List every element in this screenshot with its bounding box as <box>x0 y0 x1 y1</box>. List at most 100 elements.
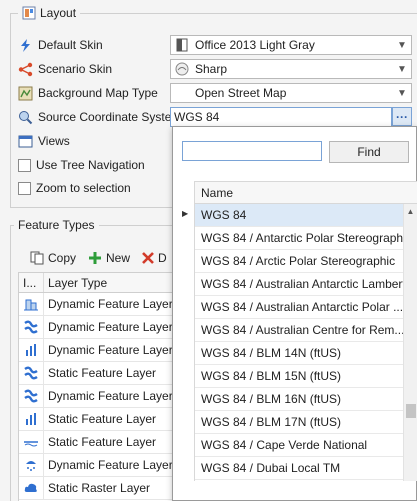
source-crs-value: WGS 84 <box>174 110 220 124</box>
map-icon <box>18 86 33 100</box>
wave-icon <box>24 366 38 380</box>
crs-list-item[interactable]: WGS 84 <box>195 204 417 227</box>
crs-popup: Find ▶ Name WGS 84 WGS 84 / Antarctic Pol… <box>172 126 417 501</box>
tree-nav-label: Use Tree Navigation <box>36 158 145 172</box>
background-map-select[interactable]: Open Street Map ▼ <box>170 83 412 103</box>
crs-list-item[interactable]: WGS 84 / Arctic Polar Stereographic <box>195 250 417 273</box>
browse-button[interactable]: ··· <box>392 107 412 126</box>
crs-list-item[interactable]: WGS 84 / IBCAO Polar Stereographic <box>195 480 417 481</box>
grid-row[interactable]: Dynamic Feature Layer <box>19 293 178 316</box>
crs-list: Name WGS 84 WGS 84 / Antarctic Polar Ster… <box>194 181 417 481</box>
layout-group-title: Layout <box>40 6 77 20</box>
grid-row[interactable]: Static Feature Layer <box>19 362 178 385</box>
grid-row-label: Static Feature Layer <box>48 366 157 380</box>
bars-icon <box>26 344 36 356</box>
chevron-down-icon[interactable]: ▼ <box>393 36 411 54</box>
grid-row-icon-cell <box>19 454 44 476</box>
share-icon <box>18 62 33 76</box>
zoom-sel-checkbox[interactable] <box>18 181 31 195</box>
grid-row-label: Static Raster Layer <box>48 481 151 495</box>
sharp-skin-icon <box>175 62 189 76</box>
crs-scrollbar[interactable]: ▲ <box>403 204 417 481</box>
cloud-icon <box>24 483 37 492</box>
new-label: New <box>106 251 131 265</box>
bars-icon <box>26 413 36 425</box>
scenario-skin-select[interactable]: Sharp ▼ <box>170 59 412 79</box>
crs-list-header[interactable]: Name <box>195 182 417 204</box>
grid-row[interactable]: Dynamic Feature Layer <box>19 316 178 339</box>
chevron-down-icon[interactable]: ▼ <box>393 84 411 102</box>
source-crs-label: Source Coordinate System <box>38 110 182 124</box>
background-map-label: Background Map Type <box>38 86 158 100</box>
office-icon <box>176 38 188 52</box>
zoom-sel-label: Zoom to selection <box>36 181 131 195</box>
crs-list-item[interactable]: WGS 84 / BLM 15N (ftUS) <box>195 365 417 388</box>
wave-icon <box>24 389 38 403</box>
crs-list-item[interactable]: WGS 84 / Australian Antarctic Lambert <box>195 273 417 296</box>
grid-row-label: Dynamic Feature Layer <box>48 320 173 334</box>
grid-row[interactable]: Dynamic Feature Layer <box>19 385 178 408</box>
views-label: Views <box>38 134 70 148</box>
find-label: Find <box>357 145 381 159</box>
lightning-icon <box>21 38 30 52</box>
delete-label: D <box>158 251 167 265</box>
crs-list-item[interactable]: WGS 84 / Cape Verde National <box>195 434 417 457</box>
default-skin-select[interactable]: Office 2013 Light Gray ▼ <box>170 35 412 55</box>
source-crs-row: Source Coordinate System <box>18 107 181 127</box>
plus-icon <box>89 252 102 264</box>
grid-row-icon-cell <box>19 316 44 338</box>
grid-row[interactable]: Dynamic Feature Layer <box>19 339 178 362</box>
grid-col-icon[interactable]: I... <box>19 273 44 292</box>
crs-list-item[interactable]: WGS 84 / BLM 14N (ftUS) <box>195 342 417 365</box>
crs-list-item[interactable]: WGS 84 / Australian Antarctic Polar ... <box>195 296 417 319</box>
background-map-row: Background Map Type <box>18 83 158 103</box>
crs-search-input[interactable] <box>182 141 322 161</box>
grid-header: I... Layer Type <box>19 273 178 293</box>
grid-row[interactable]: Dynamic Feature Layer <box>19 454 178 477</box>
grid-row[interactable]: Static Raster Layer <box>19 477 178 500</box>
background-map-value: Open Street Map <box>195 86 287 100</box>
scenario-skin-label: Scenario Skin <box>38 62 113 76</box>
delete-button[interactable]: D <box>138 248 171 268</box>
layout-group-header: Layout <box>18 6 81 20</box>
grid-row[interactable]: Static Feature Layer <box>19 408 178 431</box>
default-skin-value: Office 2013 Light Gray <box>195 38 315 52</box>
scenario-skin-value: Sharp <box>195 62 228 76</box>
find-button[interactable]: Find <box>329 141 409 163</box>
zoom-sel-row[interactable]: Zoom to selection <box>18 178 131 198</box>
grid-row-icon-cell <box>19 339 44 361</box>
grid-row-label: Dynamic Feature Layer <box>48 389 173 403</box>
crs-list-item[interactable]: WGS 84 / BLM 16N (ftUS) <box>195 388 417 411</box>
crs-list-item[interactable]: WGS 84 / Dubai Local TM <box>195 457 417 480</box>
grid-row-label: Dynamic Feature Layer <box>48 458 173 472</box>
tree-nav-row[interactable]: Use Tree Navigation <box>18 155 145 175</box>
copy-label: Copy <box>48 251 77 265</box>
scroll-up-icon[interactable]: ▲ <box>404 204 417 218</box>
crs-list-item[interactable]: WGS 84 / Antarctic Polar Stereographic <box>195 227 417 250</box>
grid-row[interactable]: Static Feature Layer <box>19 431 178 454</box>
window-icon <box>18 135 33 147</box>
grid-row-icon-cell <box>19 362 44 384</box>
snow-icon <box>26 461 36 471</box>
grid-col-type[interactable]: Layer Type <box>44 273 178 292</box>
grid-body: Dynamic Feature Layer Dynamic Feature Lay… <box>19 293 178 500</box>
new-button[interactable]: New <box>84 248 134 268</box>
crs-rows: WGS 84 WGS 84 / Antarctic Polar Stereogra… <box>195 204 417 481</box>
copy-button[interactable]: Copy <box>26 248 80 268</box>
source-crs-input[interactable]: WGS 84 <box>170 107 392 127</box>
copy-icon <box>30 251 44 265</box>
tree-nav-checkbox[interactable] <box>18 158 31 172</box>
default-skin-row: Default Skin <box>18 35 103 55</box>
row-indicator-icon: ▶ <box>182 209 189 218</box>
chevron-down-icon[interactable]: ▼ <box>393 60 411 78</box>
feature-group-title: Feature Types <box>18 218 95 232</box>
crs-list-item[interactable]: WGS 84 / BLM 17N (ftUS) <box>195 411 417 434</box>
grid-row-label: Static Feature Layer <box>48 435 157 449</box>
grid-row-icon-cell <box>19 477 44 499</box>
scenario-skin-row: Scenario Skin <box>18 59 112 79</box>
layer-type-grid: I... Layer Type Dynamic Feature Layer Dyn… <box>18 272 178 501</box>
crs-list-item[interactable]: WGS 84 / Australian Centre for Rem... <box>195 319 417 342</box>
views-row: Views <box>18 131 70 151</box>
feature-toolbar: Copy New D <box>26 248 171 268</box>
scroll-thumb[interactable] <box>406 404 416 418</box>
